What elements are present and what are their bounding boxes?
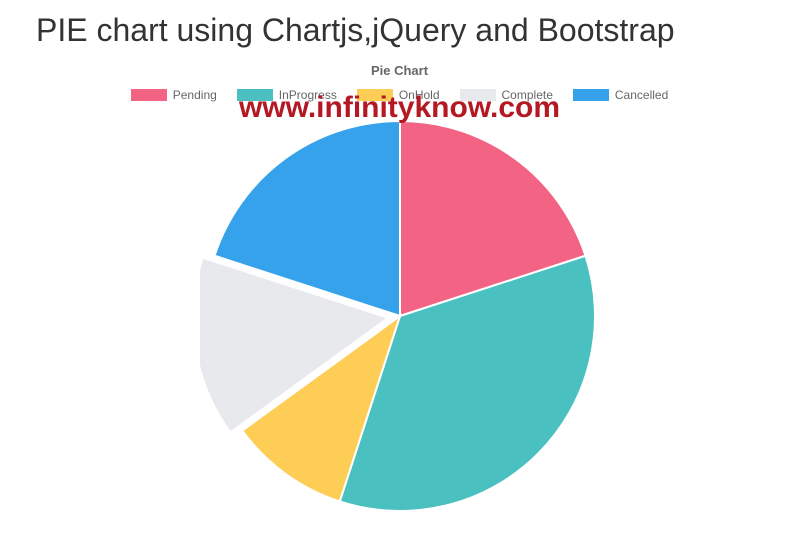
pie-chart xyxy=(200,116,600,516)
legend-item-pending[interactable]: Pending xyxy=(131,88,217,102)
legend-swatch-icon xyxy=(131,89,167,101)
legend-label: Pending xyxy=(173,88,217,102)
legend-label: Cancelled xyxy=(615,88,668,102)
legend-item-cancelled[interactable]: Cancelled xyxy=(573,88,668,102)
legend-swatch-icon xyxy=(573,89,609,101)
watermark-text: www.infinityknow.com xyxy=(239,91,560,125)
page-title: PIE chart using Chartjs,jQuery and Boots… xyxy=(0,0,799,49)
chart-title: Pie Chart xyxy=(0,63,799,78)
pie-chart-container xyxy=(0,116,799,516)
